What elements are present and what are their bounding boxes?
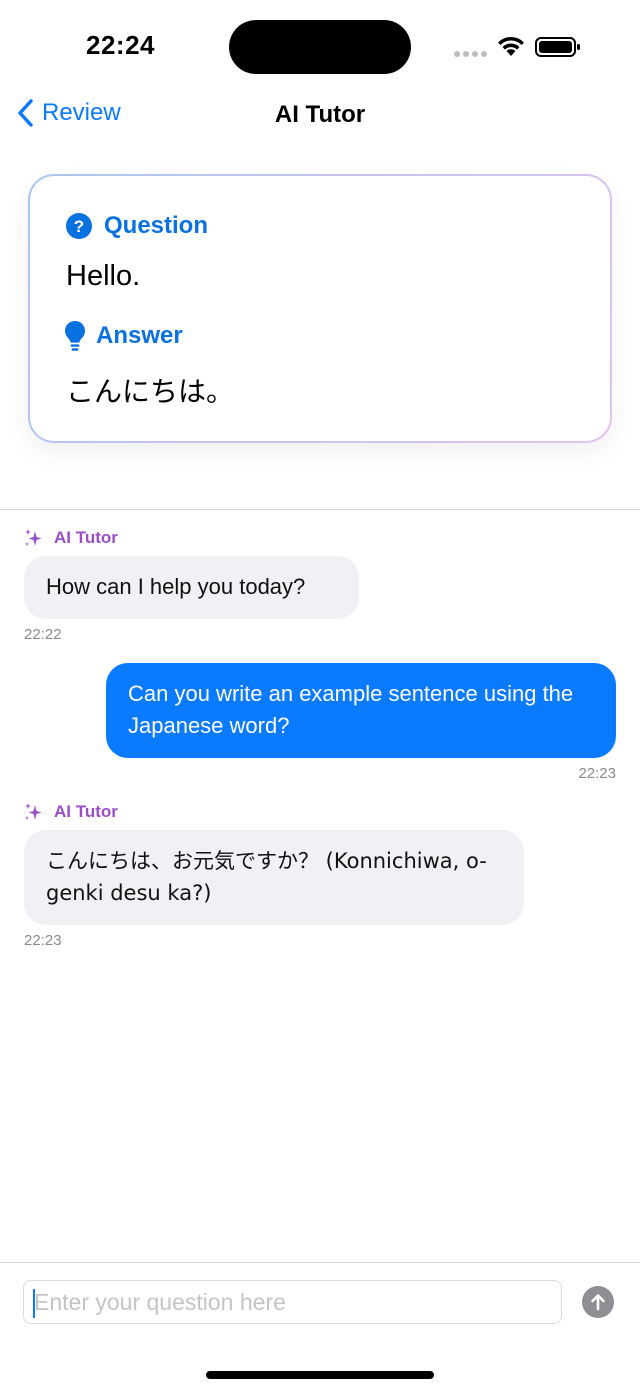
chat-bubble-user: Can you write an example sentence using … (106, 663, 616, 758)
svg-text:?: ? (74, 217, 84, 236)
message-text: Can you write an example sentence using … (128, 681, 574, 738)
answer-label: Answer (96, 322, 183, 349)
message-text: How can I help you today? (46, 574, 306, 599)
message-timestamp: 22:22 (24, 626, 62, 643)
chat-bubble-ai: こんにちは、お元気ですか？ (Konnichiwa, o-genki desu … (24, 830, 524, 925)
ai-sender-label: AI Tutor (24, 528, 118, 548)
status-bar: 22:24 (0, 0, 640, 90)
input-divider (0, 1262, 640, 1263)
message-timestamp: 22:23 (24, 932, 62, 949)
ai-sender-label: AI Tutor (24, 802, 118, 822)
sparkles-icon (25, 529, 42, 546)
answer-text: こんにちは。 (66, 375, 235, 408)
text-caret (33, 1289, 35, 1318)
page-title: AI Tutor (274, 101, 366, 128)
dynamic-island (229, 20, 411, 74)
question-input-field[interactable] (23, 1280, 562, 1324)
cellular-signal-icon (454, 51, 487, 57)
chat-divider (0, 509, 640, 510)
question-header: ? Question (66, 212, 208, 240)
chat-bubble-ai: How can I help you today? (24, 556, 359, 619)
answer-header: Answer (64, 320, 183, 352)
lightbulb-icon (65, 321, 85, 351)
wifi-icon (498, 36, 524, 56)
sender-name: AI Tutor (54, 802, 118, 821)
battery-icon (535, 37, 580, 57)
sender-name: AI Tutor (54, 528, 118, 547)
send-button[interactable] (582, 1286, 614, 1318)
question-text: Hello. (66, 260, 141, 292)
home-indicator (206, 1371, 434, 1379)
question-circle-icon: ? (66, 213, 92, 239)
navigation-bar: Review AI Tutor (0, 90, 640, 140)
sparkles-icon (25, 803, 42, 820)
message-text: こんにちは、お元気ですか？ (Konnichiwa, o-genki desu … (46, 849, 487, 905)
status-time: 22:24 (86, 30, 155, 60)
question-input[interactable] (24, 1281, 561, 1323)
arrow-up-icon (591, 1294, 605, 1311)
question-label: Question (104, 212, 209, 239)
message-timestamp: 22:23 (578, 765, 616, 782)
flashcard: ? Question Hello. Answer こんにちは。 (28, 174, 612, 443)
